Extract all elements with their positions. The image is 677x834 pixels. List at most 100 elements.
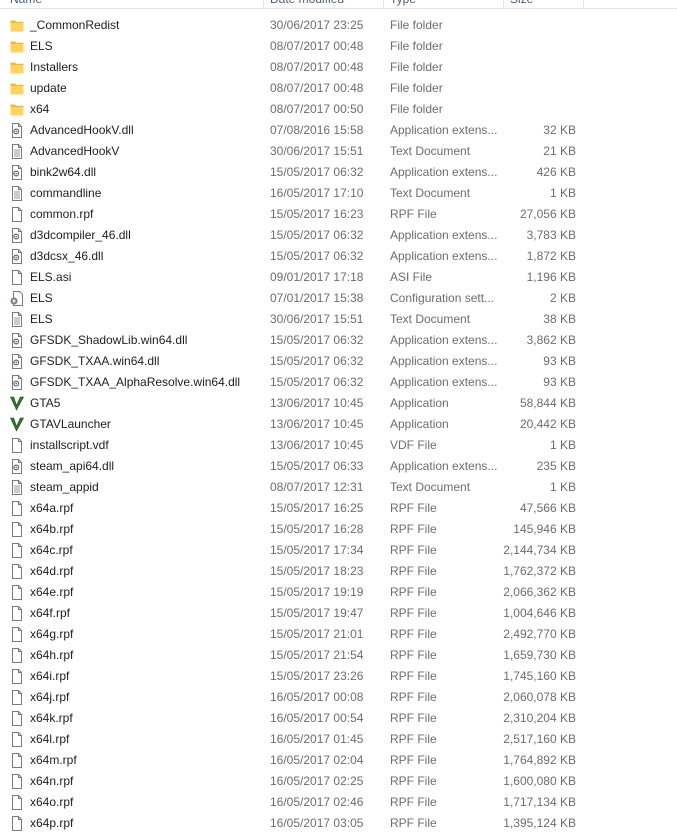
file-type: RPF File <box>390 564 437 578</box>
file-date-modified: 08/07/2017 00:50 <box>270 102 364 116</box>
file-size: 1,764,892 KB <box>503 753 576 767</box>
file-name: bink2w64.dll <box>30 165 97 179</box>
gta-v-app-icon <box>10 396 24 411</box>
file-row[interactable]: common.rpf 15/05/2017 16:23 RPF File 27,056… <box>0 204 677 225</box>
folder-icon <box>10 81 24 96</box>
file-type: RPF File <box>390 606 437 620</box>
file-date-modified: 16/05/2017 02:04 <box>270 753 364 767</box>
blank-file-icon <box>10 648 24 663</box>
file-row[interactable]: steam_appid 08/07/2017 12:31 Text Document… <box>0 477 677 498</box>
file-date-modified: 15/05/2017 06:32 <box>270 249 364 263</box>
column-divider[interactable] <box>263 0 264 8</box>
file-name: x64g.rpf <box>30 627 74 641</box>
file-row[interactable]: GTAVLauncher 13/06/2017 10:45 Application 2… <box>0 414 677 435</box>
file-size: 2,517,160 KB <box>503 732 576 746</box>
file-type: Text Document <box>390 480 471 494</box>
file-size: 1 KB <box>549 480 576 494</box>
file-name: commandline <box>30 186 102 200</box>
file-date-modified: 09/01/2017 17:18 <box>270 270 364 284</box>
gta-v-app-icon <box>10 417 24 432</box>
file-name: ELS <box>30 291 53 305</box>
file-size: 27,056 KB <box>519 207 576 221</box>
column-header-type[interactable]: Type <box>390 0 416 8</box>
file-row[interactable]: GFSDK_TXAA.win64.dll 15/05/2017 06:32 Appl… <box>0 351 677 372</box>
file-type: Application <box>390 417 449 431</box>
column-header-date-modified[interactable]: Date modified <box>270 0 344 8</box>
file-row[interactable]: x64 08/07/2017 00:50 File folder <box>0 99 677 120</box>
file-row[interactable]: AdvancedHookV.dll 07/08/2016 15:58 Applica… <box>0 120 677 141</box>
column-divider[interactable] <box>583 0 584 8</box>
file-row[interactable]: x64i.rpf 15/05/2017 23:26 RPF File 1,745,16… <box>0 666 677 687</box>
blank-file-icon <box>10 627 24 642</box>
file-row[interactable]: x64d.rpf 15/05/2017 18:23 RPF File 1,762,37… <box>0 561 677 582</box>
file-type: Application extens... <box>390 354 498 368</box>
file-name: x64n.rpf <box>30 774 74 788</box>
file-size: 38 KB <box>543 312 576 326</box>
file-row[interactable]: update 08/07/2017 00:48 File folder <box>0 78 677 99</box>
config-file-icon <box>10 291 24 306</box>
file-row[interactable]: x64c.rpf 15/05/2017 17:34 RPF File 2,144,73… <box>0 540 677 561</box>
file-type: Configuration sett... <box>390 291 495 305</box>
file-row[interactable]: ELS.asi 09/01/2017 17:18 ASI File 1,196 KB <box>0 267 677 288</box>
file-date-modified: 07/08/2016 15:58 <box>270 123 364 137</box>
file-name: x64a.rpf <box>30 501 74 515</box>
file-row[interactable]: x64b.rpf 15/05/2017 16:28 RPF File 145,946 … <box>0 519 677 540</box>
file-type: RPF File <box>390 774 437 788</box>
blank-file-icon <box>10 690 24 705</box>
file-type: File folder <box>390 60 443 74</box>
column-header-size[interactable]: Size <box>510 0 533 8</box>
file-row[interactable]: ELS 08/07/2017 00:48 File folder <box>0 36 677 57</box>
column-header-name[interactable]: Name <box>10 0 42 8</box>
file-size: 58,844 KB <box>519 396 576 410</box>
file-row[interactable]: GFSDK_TXAA_AlphaResolve.win64.dll 15/05/2… <box>0 372 677 393</box>
column-divider[interactable] <box>503 0 504 8</box>
file-row[interactable]: x64a.rpf 15/05/2017 16:25 RPF File 47,566 K… <box>0 498 677 519</box>
file-row[interactable]: x64k.rpf 16/05/2017 00:54 RPF File 2,310,20… <box>0 708 677 729</box>
file-row[interactable]: GTA5 13/06/2017 10:45 Application 58,844 KB <box>0 393 677 414</box>
file-row[interactable]: bink2w64.dll 15/05/2017 06:32 Application … <box>0 162 677 183</box>
file-date-modified: 13/06/2017 10:45 <box>270 438 364 452</box>
file-row[interactable]: ELS 30/06/2017 15:51 Text Document 38 KB <box>0 309 677 330</box>
file-row[interactable]: AdvancedHookV 30/06/2017 15:51 Text Docume… <box>0 141 677 162</box>
file-row[interactable]: Installers 08/07/2017 00:48 File folder <box>0 57 677 78</box>
file-size: 32 KB <box>543 123 576 137</box>
file-size: 2,144,734 KB <box>503 543 576 557</box>
blank-file-icon <box>10 795 24 810</box>
file-row[interactable]: x64h.rpf 15/05/2017 21:54 RPF File 1,659,73… <box>0 645 677 666</box>
file-size: 2,060,078 KB <box>503 690 576 704</box>
file-date-modified: 15/05/2017 06:32 <box>270 354 364 368</box>
file-row[interactable]: commandline 16/05/2017 17:10 Text Document… <box>0 183 677 204</box>
file-size: 1,717,134 KB <box>503 795 576 809</box>
file-date-modified: 15/05/2017 06:32 <box>270 228 364 242</box>
file-row[interactable]: x64f.rpf 15/05/2017 19:47 RPF File 1,004,64… <box>0 603 677 624</box>
file-date-modified: 13/06/2017 10:45 <box>270 417 364 431</box>
file-row[interactable]: GFSDK_ShadowLib.win64.dll 15/05/2017 06:3… <box>0 330 677 351</box>
file-row[interactable]: x64l.rpf 16/05/2017 01:45 RPF File 2,517,16… <box>0 729 677 750</box>
file-row[interactable]: installscript.vdf 13/06/2017 10:45 VDF Fil… <box>0 435 677 456</box>
file-row[interactable]: d3dcompiler_46.dll 15/05/2017 06:32 Applic… <box>0 225 677 246</box>
file-row[interactable]: d3dcsx_46.dll 15/05/2017 06:32 Application… <box>0 246 677 267</box>
file-row[interactable]: x64p.rpf 16/05/2017 03:05 RPF File 1,395,12… <box>0 813 677 834</box>
blank-file-icon <box>10 438 24 453</box>
file-row[interactable]: x64m.rpf 16/05/2017 02:04 RPF File 1,764,89… <box>0 750 677 771</box>
file-row[interactable]: x64n.rpf 16/05/2017 02:25 RPF File 1,600,08… <box>0 771 677 792</box>
file-date-modified: 30/06/2017 15:51 <box>270 144 364 158</box>
file-row[interactable]: x64g.rpf 15/05/2017 21:01 RPF File 2,492,77… <box>0 624 677 645</box>
file-type: RPF File <box>390 753 437 767</box>
file-name: ELS.asi <box>30 270 72 284</box>
file-type: Application extens... <box>390 123 498 137</box>
dll-icon <box>10 249 24 264</box>
file-type: Application extens... <box>390 459 498 473</box>
column-divider[interactable] <box>383 0 384 8</box>
file-row[interactable]: x64j.rpf 16/05/2017 00:08 RPF File 2,060,07… <box>0 687 677 708</box>
file-row[interactable]: steam_api64.dll 15/05/2017 06:33 Applicati… <box>0 456 677 477</box>
file-name: GTAVLauncher <box>30 417 111 431</box>
file-row[interactable]: x64e.rpf 15/05/2017 19:19 RPF File 2,066,36… <box>0 582 677 603</box>
file-type: File folder <box>390 102 443 116</box>
file-type: RPF File <box>390 669 437 683</box>
file-row[interactable]: ELS 07/01/2017 15:38 Configuration sett...… <box>0 288 677 309</box>
file-row[interactable]: _CommonRedist 30/06/2017 23:25 File folder <box>0 15 677 36</box>
file-date-modified: 30/06/2017 23:25 <box>270 18 364 32</box>
file-type: ASI File <box>390 270 433 284</box>
file-row[interactable]: x64o.rpf 16/05/2017 02:46 RPF File 1,717,13… <box>0 792 677 813</box>
